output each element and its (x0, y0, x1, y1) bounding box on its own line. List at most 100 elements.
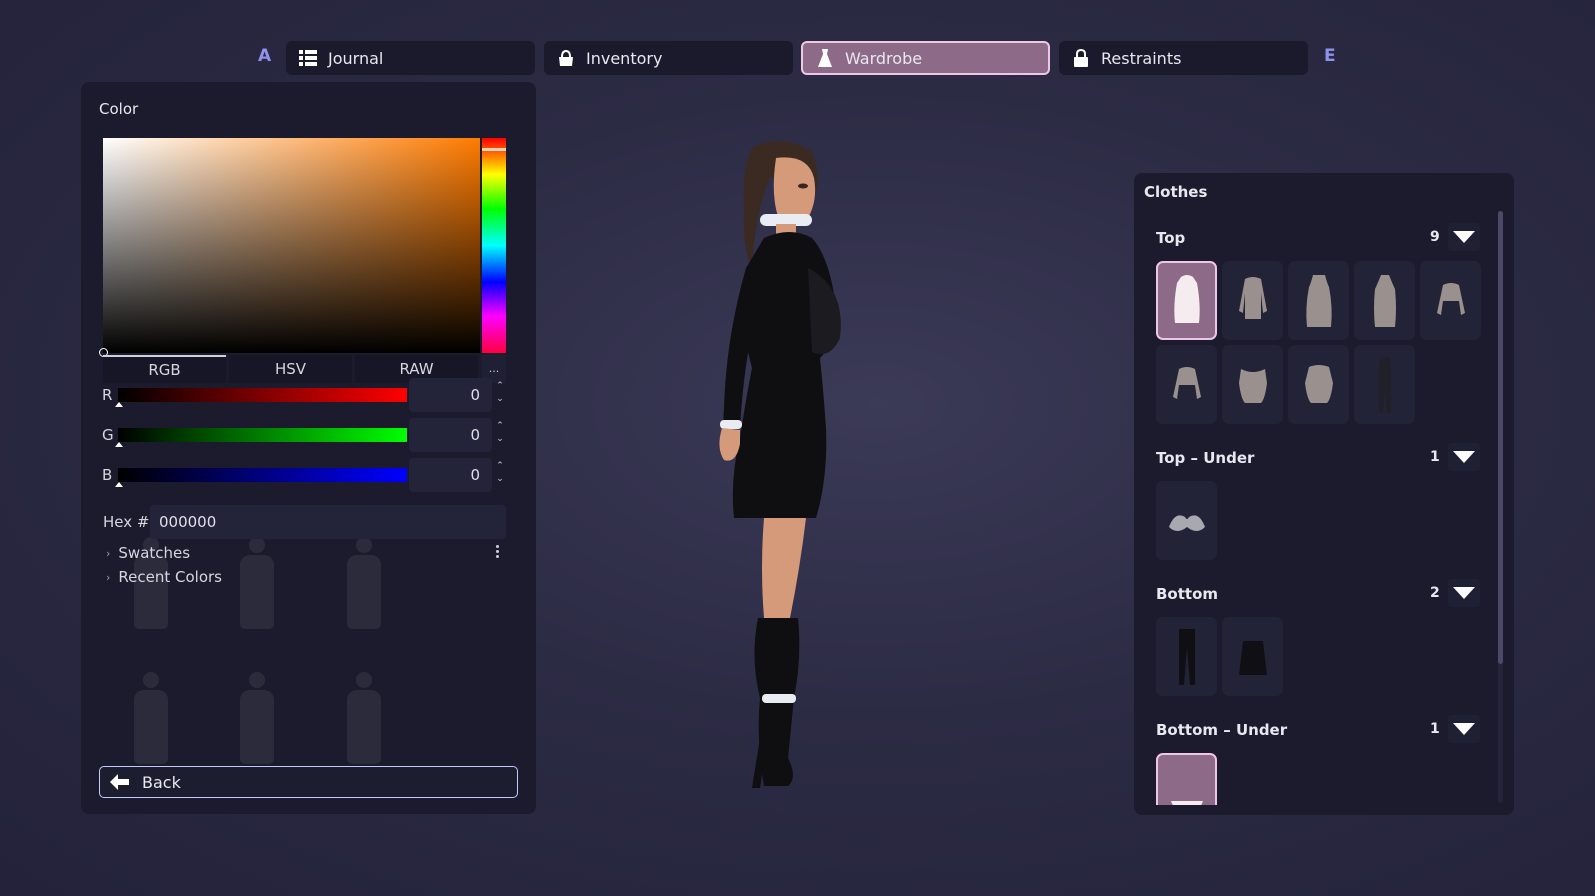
category-toggle-button[interactable] (1448, 443, 1480, 471)
clothing-item[interactable] (1420, 261, 1481, 340)
ghost-figure (344, 537, 384, 629)
caret-down-icon (1453, 587, 1475, 599)
category-toggle-button[interactable] (1448, 579, 1480, 607)
tab-label: Wardrobe (845, 48, 923, 68)
category-top-under: Top – Under 1 (1134, 443, 1498, 473)
green-value-input[interactable]: 0 (409, 418, 492, 452)
chevron-right-icon: › (106, 570, 111, 584)
category-count: 2 (1430, 585, 1440, 601)
ghost-figure (237, 537, 277, 629)
hue-marker[interactable] (482, 148, 506, 151)
clothing-item[interactable] (1354, 261, 1415, 340)
category-count: 9 (1430, 229, 1440, 245)
red-slider[interactable] (118, 388, 407, 402)
clothes-list: Top 9 Top – Under 1 Bottom 2 Bottom – Un… (1134, 209, 1514, 805)
caret-down-icon (1453, 451, 1475, 463)
dress-icon (1305, 274, 1332, 327)
kebab-menu-icon[interactable] (496, 545, 500, 560)
blue-slider-handle[interactable] (115, 482, 123, 487)
recent-colors-toggle[interactable]: › Recent Colors (106, 568, 222, 586)
underwear-icon (1170, 800, 1203, 805)
crop-top-icon (1436, 282, 1465, 315)
channel-label-b: B (102, 466, 113, 484)
swatches-toggle[interactable]: › Swatches (106, 544, 190, 562)
lock-icon (1074, 48, 1088, 67)
next-tab-hint: E (1324, 46, 1336, 66)
tab-inventory[interactable]: Inventory (544, 41, 793, 75)
blue-slider[interactable] (118, 468, 407, 482)
clothing-item[interactable] (1156, 617, 1217, 696)
bodysuit-icon (1378, 356, 1391, 413)
category-name: Bottom – Under (1156, 721, 1288, 739)
top-under-items-grid (1156, 481, 1481, 560)
clothing-item[interactable] (1156, 481, 1217, 560)
caret-down-icon (1453, 723, 1475, 735)
shirt-icon (1173, 274, 1200, 323)
skirt-icon (1238, 640, 1267, 675)
clothing-item[interactable] (1156, 345, 1217, 424)
long-sleeve-top-icon (1238, 276, 1267, 319)
clothing-item[interactable] (1222, 617, 1283, 696)
prev-tab-hint: A (258, 46, 272, 66)
pants-icon (1178, 628, 1195, 685)
top-items-grid (1156, 261, 1481, 424)
swatches-label: Swatches (118, 544, 191, 562)
tab-restraints[interactable]: Restraints (1059, 41, 1308, 75)
red-stepper[interactable]: ⌃ ⌄ (494, 380, 506, 410)
green-slider[interactable] (118, 428, 407, 442)
category-bottom-under: Bottom – Under 1 (1134, 715, 1498, 745)
arrow-left-icon (110, 774, 129, 790)
channel-label-r: R (102, 386, 113, 404)
red-slider-handle[interactable] (115, 402, 123, 407)
hex-label: Hex # (103, 513, 150, 531)
hex-input[interactable]: 000000 (150, 505, 506, 539)
tab-label: Restraints (1101, 48, 1182, 68)
tab-hsv[interactable]: HSV (229, 355, 352, 383)
clothing-item[interactable] (1288, 261, 1349, 340)
ghost-figure (344, 672, 384, 764)
clothing-item[interactable] (1222, 261, 1283, 340)
tab-wardrobe[interactable]: Wardrobe (801, 41, 1050, 75)
clothing-item[interactable] (1222, 345, 1283, 424)
dress-icon (1373, 274, 1396, 327)
recent-colors-label: Recent Colors (118, 568, 222, 586)
category-name: Top (1156, 229, 1186, 247)
category-count: 1 (1430, 449, 1440, 465)
back-button[interactable]: Back (99, 766, 518, 798)
category-toggle-button[interactable] (1448, 223, 1480, 251)
character-model[interactable] (690, 138, 890, 798)
dress-icon (818, 49, 832, 67)
bottom-under-items-grid (1156, 753, 1481, 805)
blue-stepper[interactable]: ⌃ ⌄ (494, 460, 506, 490)
crop-top-icon (1172, 366, 1201, 399)
caret-down-icon (1453, 231, 1475, 243)
panel-title: Color (99, 100, 139, 118)
tab-label: Inventory (586, 48, 663, 68)
saturation-value-picker[interactable] (103, 138, 480, 353)
bag-icon (559, 49, 573, 66)
green-slider-handle[interactable] (115, 442, 123, 447)
tab-rgb[interactable]: RGB (103, 355, 226, 383)
clothes-title: Clothes (1144, 183, 1208, 201)
clothes-panel: Clothes Top 9 Top – Under 1 Bottom 2 Bot… (1134, 173, 1514, 815)
clothing-item[interactable] (1354, 345, 1415, 424)
category-name: Top – Under (1156, 449, 1255, 467)
category-toggle-button[interactable] (1448, 715, 1480, 743)
bra-icon (1168, 514, 1205, 531)
list-icon (299, 50, 317, 66)
clothing-item[interactable] (1156, 261, 1217, 340)
clothing-item[interactable] (1288, 345, 1349, 424)
green-stepper[interactable]: ⌃ ⌄ (494, 420, 506, 450)
ghost-figure (131, 672, 171, 764)
clothing-item[interactable] (1156, 753, 1217, 805)
category-top: Top 9 (1134, 223, 1498, 253)
ghost-figure (237, 672, 277, 764)
hue-slider[interactable] (482, 138, 506, 353)
chevron-right-icon: › (106, 546, 111, 560)
blue-value-input[interactable]: 0 (409, 458, 492, 492)
category-bottom: Bottom 2 (1134, 579, 1498, 609)
category-name: Bottom (1156, 585, 1219, 603)
tab-journal[interactable]: Journal (286, 41, 535, 75)
color-panel: Color RGB HSV RAW ... R 0 ⌃ ⌄ G 0 ⌃ ⌄ B 0 … (81, 82, 536, 814)
red-value-input[interactable]: 0 (409, 378, 492, 412)
